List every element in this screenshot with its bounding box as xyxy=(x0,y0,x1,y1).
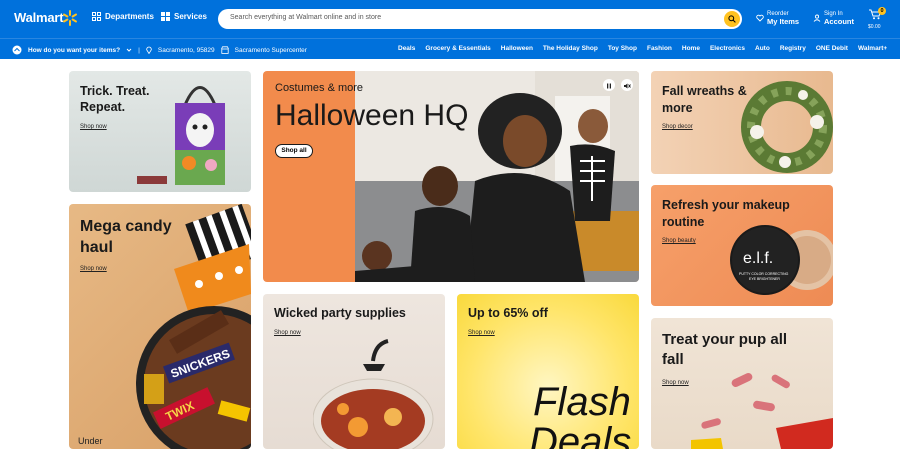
pup-treats-card[interactable]: Treat your pup all fall Shop now xyxy=(651,318,833,449)
search-button[interactable] xyxy=(724,11,740,27)
store-icon xyxy=(220,46,229,54)
flash-word: Flash xyxy=(533,380,631,424)
nav-item[interactable]: Registry xyxy=(780,45,806,52)
reorder-bottom-label: My Items xyxy=(767,17,800,26)
hero-title: Halloween HQ xyxy=(275,99,469,132)
store-name[interactable]: Sacramento Supercenter xyxy=(235,47,307,54)
cart-count-badge: 0 xyxy=(878,7,886,15)
nav-item[interactable]: The Holiday Shop xyxy=(543,45,598,52)
halloween-tote-bag-image xyxy=(175,86,225,185)
mute-button[interactable] xyxy=(621,79,633,91)
shop-now-link[interactable]: Shop now xyxy=(468,330,495,336)
grid-icon xyxy=(92,12,101,21)
card-title: Wicked party supplies xyxy=(274,306,406,320)
fulfillment-question: How do you want your items? xyxy=(28,46,121,54)
fulfillment-selector[interactable]: How do you want your items? | Sacramento… xyxy=(12,45,307,55)
nav-item[interactable]: Halloween xyxy=(501,45,533,52)
chevron-down-icon xyxy=(126,48,132,52)
cart-total: $0.00 xyxy=(868,24,881,30)
card-title-line: Refresh your makeup xyxy=(662,198,790,212)
flash-deals-card[interactable]: Up to 65% off Shop now Flash Deals xyxy=(457,294,639,449)
shop-all-button[interactable]: Shop all xyxy=(275,144,313,158)
candy-bowl-image: SNICKERS TWIX xyxy=(136,204,251,449)
pause-button[interactable] xyxy=(603,79,615,91)
flash-deals-heading: Flash Deals xyxy=(529,380,631,449)
shop-now-link[interactable]: Shop now xyxy=(80,124,107,130)
account-button[interactable]: Sign In Account xyxy=(813,11,854,26)
departments-label: Departments xyxy=(105,12,154,21)
zip-code[interactable]: Sacramento, 95829 xyxy=(158,47,215,54)
wreath-image xyxy=(741,81,833,173)
fall-wreaths-card[interactable]: Fall wreaths & more Shop decor xyxy=(651,71,833,174)
dog-treats-image xyxy=(691,373,833,449)
trick-treat-card[interactable]: Trick. Treat. Repeat. Shop now xyxy=(69,71,251,192)
pumpkin-punch-bowl-image xyxy=(313,339,434,449)
search-bar[interactable]: Search everything at Walmart online and … xyxy=(218,9,742,29)
services-label: Services xyxy=(174,12,207,21)
shop-now-link[interactable]: Shop now xyxy=(662,380,689,386)
makeup-card[interactable]: Refresh your makeup routine Shop beauty … xyxy=(651,185,833,306)
services-button[interactable]: Services xyxy=(161,12,207,21)
card-title-line: Trick. Treat. xyxy=(80,84,150,98)
nav-item[interactable]: Walmart+ xyxy=(858,45,887,52)
cart-button[interactable]: 0 $0.00 xyxy=(868,7,886,31)
reorder-button[interactable]: Reorder My Items xyxy=(756,11,800,26)
signin-bottom-label: Account xyxy=(824,17,854,26)
nav-item[interactable]: Toy Shop xyxy=(608,45,637,52)
mute-icon xyxy=(624,83,631,89)
delivery-icon xyxy=(12,45,22,55)
party-supplies-card[interactable]: Wicked party supplies Shop now xyxy=(263,294,445,449)
card-title: Trick. Treat. Repeat. xyxy=(80,83,149,115)
shop-decor-link[interactable]: Shop decor xyxy=(662,124,693,130)
search-icon xyxy=(728,15,736,23)
nav-item[interactable]: Grocery & Essentials xyxy=(425,45,490,52)
services-grid-icon xyxy=(161,12,170,21)
search-input[interactable]: Search everything at Walmart online and … xyxy=(230,14,381,21)
elf-makeup-image: e.l.f. PUTTY COLOR CORRECTING EYE BRIGHT… xyxy=(730,225,833,295)
mega-candy-card[interactable]: Mega candy haul Shop now SNICKERS TWIX U… xyxy=(69,204,251,449)
category-nav: Deals Grocery & Essentials Halloween The… xyxy=(398,45,887,52)
card-title-line: Repeat. xyxy=(80,100,126,114)
heart-icon xyxy=(756,14,764,22)
deals-word: Deals xyxy=(529,420,632,449)
pause-icon xyxy=(607,83,611,89)
shop-now-link[interactable]: Shop now xyxy=(274,330,301,336)
top-header: Walmart Departments Services Search ever… xyxy=(0,0,900,38)
divider: | xyxy=(138,46,140,54)
bottom-label: Under xyxy=(78,436,103,446)
nav-item[interactable]: Fashion xyxy=(647,45,672,52)
card-title-line: Treat your pup all xyxy=(662,331,788,348)
nav-item[interactable]: Deals xyxy=(398,45,415,52)
nav-item[interactable]: Electronics xyxy=(710,45,745,52)
halloween-hq-hero[interactable]: Costumes & more Halloween HQ Shop all xyxy=(263,71,639,282)
elf-product-text-2: EYE BRIGHTENER xyxy=(749,277,780,281)
candy-wrapper-image xyxy=(137,176,167,184)
location-pin-icon xyxy=(146,46,152,54)
nav-item[interactable]: Home xyxy=(682,45,700,52)
user-icon xyxy=(813,14,821,22)
elf-brand-text: e.l.f. xyxy=(743,250,773,267)
departments-button[interactable]: Departments xyxy=(92,12,154,21)
walmart-logo[interactable]: Walmart xyxy=(14,10,64,25)
shop-beauty-link[interactable]: Shop beauty xyxy=(662,238,696,244)
nav-item[interactable]: ONE Debit xyxy=(816,45,848,52)
spark-icon xyxy=(63,10,77,26)
fulfillment-nav-bar: How do you want your items? | Sacramento… xyxy=(0,38,900,59)
card-title: Up to 65% off xyxy=(468,306,548,320)
hero-subtitle: Costumes & more xyxy=(275,82,364,94)
nav-item[interactable]: Auto xyxy=(755,45,770,52)
elf-product-text: PUTTY COLOR CORRECTING xyxy=(739,272,789,276)
